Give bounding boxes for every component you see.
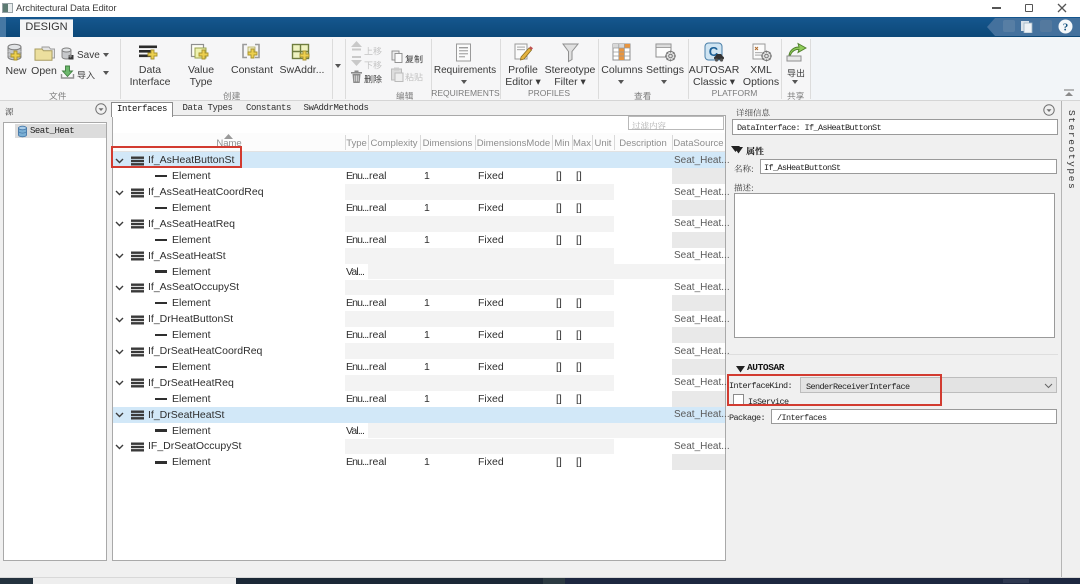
svg-text:?: ?	[1063, 22, 1069, 34]
